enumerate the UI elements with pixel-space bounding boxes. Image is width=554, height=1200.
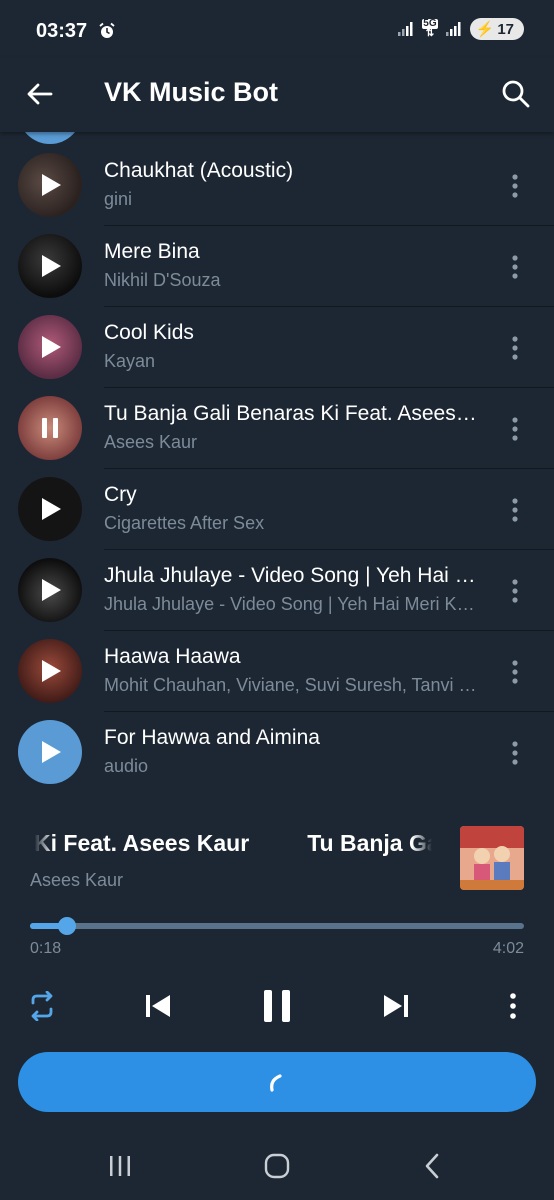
more-vertical-icon[interactable] <box>502 333 528 363</box>
page-title: VK Music Bot <box>104 77 279 107</box>
battery-charging-icon: ⚡ <box>475 21 495 38</box>
track-artist: Jhula Jhulaye - Video Song | Yeh Hai Mer… <box>104 594 482 614</box>
system-nav-bar <box>0 1130 554 1200</box>
track-row[interactable]: Tu Banja Gali Benaras Ki Feat. Asees Kau… <box>0 388 554 469</box>
status-bar: 03:37 5G ⇅ ⚡ 17 <box>0 0 554 58</box>
track-artwork <box>18 132 82 144</box>
more-vertical-icon[interactable] <box>502 495 528 525</box>
total-time: 4:02 <box>492 940 524 957</box>
track-title: Haawa Haawa <box>104 645 241 668</box>
track-artwork[interactable] <box>18 477 82 541</box>
seek-bar[interactable] <box>30 917 524 935</box>
play-icon <box>42 660 61 682</box>
track-title: Cool Kids <box>104 321 194 344</box>
play-icon <box>42 579 61 601</box>
recent-apps-button[interactable] <box>100 1148 140 1184</box>
previous-icon <box>146 995 170 1017</box>
pause-icon <box>264 990 290 1022</box>
elapsed-time: 0:18 <box>30 940 62 957</box>
more-vertical-icon[interactable] <box>502 576 528 606</box>
more-vertical-icon[interactable] <box>502 738 528 768</box>
play-icon <box>42 336 61 358</box>
track-row[interactable]: Mere Bina Nikhil D'Souza <box>0 226 554 307</box>
track-artwork[interactable] <box>18 315 82 379</box>
repeat-button[interactable] <box>22 984 62 1028</box>
battery-level: 17 <box>497 20 514 38</box>
loading-spinner-icon <box>270 1074 282 1092</box>
album-cover <box>460 826 524 890</box>
track-list[interactable]: Chaukhat (Acoustic) gini Mere Bina Nikhi… <box>0 132 554 794</box>
home-icon <box>264 1153 290 1179</box>
signal-icon <box>445 22 461 36</box>
track-row[interactable]: Cry Cigarettes After Sex <box>0 469 554 550</box>
player-more-button[interactable] <box>498 984 528 1028</box>
now-playing-title: Ki Feat. Asees Kaur Tu Banja Ga <box>34 830 432 864</box>
more-vertical-icon <box>510 993 516 1019</box>
play-icon <box>42 255 61 277</box>
play-icon <box>42 174 61 196</box>
loading-button[interactable] <box>18 1052 536 1112</box>
track-artwork[interactable] <box>18 396 82 460</box>
seek-bar-thumb[interactable] <box>58 917 77 935</box>
repeat-icon <box>31 991 53 1021</box>
track-title: Tu Banja Gali Benaras Ki Feat. Asees Kau… <box>104 402 482 425</box>
track-artwork[interactable] <box>18 153 82 217</box>
next-button[interactable] <box>376 984 416 1028</box>
home-button[interactable] <box>257 1148 297 1184</box>
play-icon <box>42 498 61 520</box>
track-title: For Hawwa and Aimina <box>104 726 320 749</box>
signal-icon <box>398 22 413 36</box>
track-artist: Nikhil D'Souza <box>104 270 221 290</box>
next-icon <box>384 995 408 1017</box>
track-artist: Mohit Chauhan, Viviane, Suvi Suresh, Tan… <box>104 675 482 695</box>
pause-icon <box>42 418 58 438</box>
network-type-icon: 5G ⇅ <box>422 18 438 39</box>
recent-apps-icon <box>110 1156 130 1176</box>
track-row[interactable]: Cool Kids Kayan <box>0 307 554 388</box>
track-artist: Kayan <box>104 351 156 371</box>
battery-indicator: ⚡ 17 <box>469 18 524 40</box>
play-icon <box>42 741 61 763</box>
track-row[interactable]: Haawa Haawa Mohit Chauhan, Viviane, Suvi… <box>0 631 554 712</box>
status-time: 03:37 <box>36 20 88 42</box>
track-artist: Asees Kaur <box>104 432 198 452</box>
more-vertical-icon[interactable] <box>502 171 528 201</box>
track-row[interactable]: Chaukhat (Acoustic) gini <box>0 145 554 226</box>
track-title: Cry <box>104 483 137 506</box>
search-icon[interactable] <box>498 76 534 112</box>
player-panel: Ki Feat. Asees Kaur Tu Banja Ga Asees Kau… <box>0 794 554 1130</box>
more-vertical-icon[interactable] <box>502 657 528 687</box>
track-row[interactable]: Jhula Jhulaye - Video Song | Yeh Hai Mer… <box>0 550 554 631</box>
now-playing-artist: Asees Kaur <box>30 870 124 890</box>
track-title: Jhula Jhulaye - Video Song | Yeh Hai Mer… <box>104 564 482 587</box>
track-row[interactable]: For Hawwa and Aimina audio <box>0 712 554 793</box>
more-vertical-icon[interactable] <box>502 252 528 282</box>
alarm-icon <box>99 22 115 38</box>
track-artist: audio <box>104 756 149 776</box>
back-arrow-icon[interactable] <box>22 76 58 112</box>
track-artwork[interactable] <box>18 720 82 784</box>
track-title: Chaukhat (Acoustic) <box>104 159 294 182</box>
track-artwork[interactable] <box>18 234 82 298</box>
app-bar: VK Music Bot <box>0 58 554 132</box>
play-pause-button[interactable] <box>254 984 300 1028</box>
track-artist: gini <box>104 189 133 209</box>
track-artwork[interactable] <box>18 558 82 622</box>
track-artwork[interactable] <box>18 639 82 703</box>
back-button[interactable] <box>412 1148 452 1184</box>
back-chevron-icon <box>425 1153 439 1179</box>
previous-button[interactable] <box>138 984 178 1028</box>
more-vertical-icon[interactable] <box>502 414 528 444</box>
now-playing-title-part: Ki Feat. Asees Kaur <box>34 830 250 856</box>
track-artist: Cigarettes After Sex <box>104 513 265 533</box>
track-title: Mere Bina <box>104 240 200 263</box>
